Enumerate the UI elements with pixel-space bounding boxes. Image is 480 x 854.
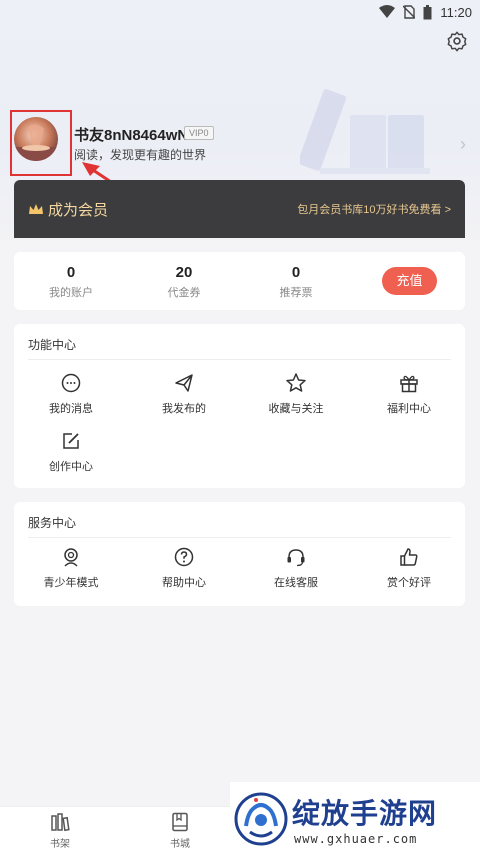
vip-level-badge: VIP0 (184, 126, 214, 140)
stat-label: 我的账户 (49, 287, 93, 299)
message-icon (61, 373, 81, 393)
settings-gear-icon[interactable] (446, 30, 468, 52)
func-item-label: 福利中心 (387, 403, 431, 415)
func-item-creation[interactable]: 创作中心 (26, 430, 116, 474)
func-item-favorites[interactable]: 收藏与关注 (251, 372, 341, 416)
avatar[interactable] (14, 117, 58, 161)
status-bar: 11:20 (0, 0, 480, 24)
divider (28, 537, 451, 538)
service-center-title: 服务中心 (28, 516, 77, 530)
func-item-messages[interactable]: 我的消息 (26, 372, 116, 416)
func-item-label: 我发布的 (162, 403, 206, 415)
watermark-url: www.gxhuaer.com (294, 832, 418, 846)
wifi-icon (379, 5, 396, 18)
stat-label: 推荐票 (279, 287, 313, 299)
divider (28, 359, 451, 360)
bookshelf-icon (51, 813, 70, 832)
function-center-title: 功能中心 (28, 338, 77, 352)
stat-value: 20 (175, 264, 193, 281)
battery-icon (423, 4, 432, 19)
account-stats-card: 0 我的账户 20 代金券 0 推荐票 充值 (14, 252, 465, 310)
watermark-text: 绽放手游网 (292, 797, 438, 830)
func-item-welfare[interactable]: 福利中心 (364, 372, 454, 416)
service-item-label: 在线客服 (274, 577, 318, 589)
nav-item-bookshelf[interactable]: 书架 (30, 811, 90, 850)
vip-promo-link[interactable]: 包月会员书库10万好书免费看 > (297, 201, 451, 217)
books-illustration (300, 89, 430, 174)
youth-icon (64, 548, 78, 567)
service-item-label: 帮助中心 (162, 577, 206, 589)
recharge-button[interactable]: 充值 (382, 267, 437, 295)
vip-banner-title: 成为会员 (48, 201, 109, 219)
headset-icon (287, 549, 305, 567)
gift-icon (400, 375, 418, 393)
stat-recommend-ticket[interactable]: 0 推荐票 (251, 264, 341, 300)
func-item-label: 收藏与关注 (268, 403, 324, 415)
nav-item-label: 书城 (170, 839, 190, 850)
send-icon (175, 374, 193, 392)
service-item-rate-app[interactable]: 赏个好评 (364, 546, 454, 590)
help-icon (174, 547, 194, 567)
func-item-label: 我的消息 (49, 403, 93, 415)
stat-account[interactable]: 0 我的账户 (26, 264, 116, 300)
profile-chevron-right-icon[interactable]: › (460, 134, 466, 155)
service-item-label: 青少年模式 (43, 577, 99, 589)
no-sim-icon (403, 5, 416, 19)
service-item-online-support[interactable]: 在线客服 (251, 546, 341, 590)
func-item-label: 创作中心 (49, 461, 93, 473)
watermark-logo (234, 792, 288, 846)
service-center-card: 服务中心 青少年模式 帮助中心 在线客服 赏个好评 (14, 502, 465, 606)
status-time: 11:20 (440, 4, 472, 20)
bookstore-icon (172, 812, 188, 832)
func-item-published[interactable]: 我发布的 (139, 372, 229, 416)
star-icon (286, 373, 306, 392)
thumbs-up-icon (400, 548, 418, 566)
edit-icon (63, 433, 79, 449)
vip-banner[interactable]: 成为会员 包月会员书库10万好书免费看 > (14, 180, 465, 238)
watermark: 绽放手游网 www.gxhuaer.com (230, 782, 480, 854)
stat-value: 0 (291, 264, 301, 281)
username[interactable]: 书友8nN8464wN (74, 124, 188, 145)
nav-item-bookstore[interactable]: 书城 (150, 811, 210, 850)
service-item-youth-mode[interactable]: 青少年模式 (26, 546, 116, 590)
service-item-help[interactable]: 帮助中心 (139, 546, 229, 590)
nav-item-label: 书架 (50, 839, 70, 850)
crown-icon (29, 203, 43, 214)
service-item-label: 赏个好评 (387, 577, 431, 589)
stat-voucher[interactable]: 20 代金券 (139, 264, 229, 300)
stat-label: 代金券 (167, 287, 201, 299)
stat-value: 0 (66, 264, 76, 281)
avatar-image (14, 124, 58, 161)
function-center-card: 功能中心 我的消息 我发布的 收藏与关注 福利中心 创作中心 (14, 324, 465, 488)
